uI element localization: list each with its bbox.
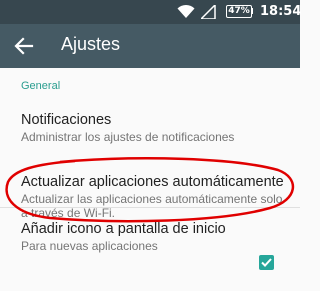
arrow-back-icon[interactable] — [13, 35, 35, 57]
battery-tip — [251, 8, 253, 14]
wifi-icon — [177, 4, 195, 18]
pref-add-home-icon[interactable]: Añadir icono a pantalla de inicio Para n… — [0, 208, 300, 291]
signal-icon — [201, 5, 216, 19]
battery-indicator: 47% — [226, 5, 252, 18]
pref-notifications[interactable]: Notificaciones Administrar los ajustes d… — [0, 100, 300, 152]
pref-auto-update[interactable]: Actualizar aplicaciones automáticamente … — [0, 162, 300, 220]
status-bar: 47% 18:54 — [0, 0, 302, 24]
section-header: General — [21, 80, 61, 92]
pref-title: Actualizar aplicaciones automáticamente — [21, 174, 284, 190]
check-icon — [261, 258, 272, 267]
pref-summary: Para nuevas aplicaciones — [21, 239, 158, 253]
add-home-icon-checkbox[interactable] — [259, 255, 274, 270]
app-bar: Ajustes — [0, 24, 300, 68]
pref-title: Notificaciones — [21, 112, 112, 128]
status-time: 18:54 — [260, 4, 302, 19]
page-title: Ajustes — [61, 34, 121, 54]
pref-title: Añadir icono a pantalla de inicio — [21, 221, 226, 237]
pref-summary: Administrar los ajustes de notificacione… — [21, 130, 235, 144]
